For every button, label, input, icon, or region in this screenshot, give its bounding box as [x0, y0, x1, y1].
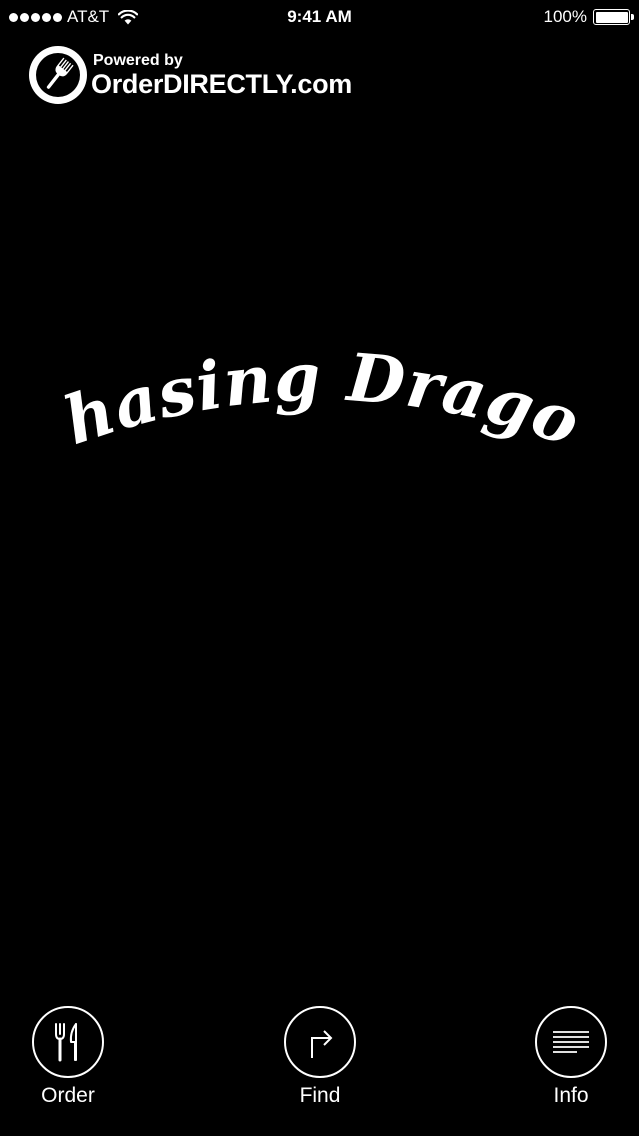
- powered-by-logo[interactable]: Powered by OrderDIRECTLY.com: [29, 46, 352, 104]
- nav-info-label: Info: [553, 1084, 589, 1107]
- nav-order-button[interactable]: Order: [8, 1006, 128, 1108]
- restaurant-logo: Chasing Dragon: [40, 345, 600, 485]
- bottom-nav: Order Find Info: [0, 1006, 639, 1116]
- powered-brand-name: OrderDIRECTLY.com: [91, 68, 352, 99]
- utensils-icon: [32, 1006, 104, 1078]
- nav-info-button[interactable]: Info: [511, 1006, 631, 1108]
- nav-find-label: Find: [299, 1084, 341, 1107]
- nav-order-label: Order: [41, 1084, 95, 1107]
- status-bar: AT&T 9:41 AM 100%: [0, 0, 639, 34]
- battery-percent: 100%: [543, 7, 587, 26]
- turn-right-arrow-icon: [284, 1006, 356, 1078]
- status-bar-right: 100%: [543, 6, 634, 28]
- battery-icon: [593, 9, 634, 25]
- nav-find-button[interactable]: Find: [260, 1006, 380, 1108]
- powered-by-text: Powered by OrderDIRECTLY.com: [91, 51, 352, 99]
- lines-menu-icon: [535, 1006, 607, 1078]
- restaurant-name: Chasing Dragon: [40, 345, 590, 462]
- powered-by-label: Powered by: [93, 51, 183, 69]
- fork-icon: [29, 46, 87, 104]
